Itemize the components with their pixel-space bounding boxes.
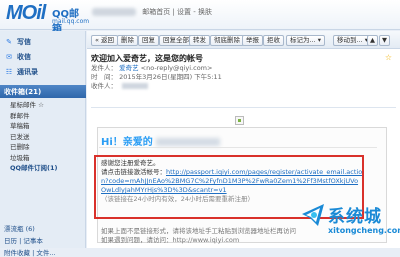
recipient-blurred [122, 83, 149, 89]
from-label: 发件人： [91, 64, 117, 72]
email-body-text: 感谢您注册爱奇艺。 请点击链接激活帐号：http://passport.iqiy… [101, 159, 369, 204]
report-button[interactable]: 举报 [242, 35, 263, 46]
time-value: 2015年3月26日(星期四) 下午5:11 [119, 73, 222, 81]
logo-mail-text: MOil [6, 2, 46, 24]
email-greeting: Hi！亲爱的 [101, 133, 220, 148]
qq-mail-logo[interactable]: MOil QQ邮箱 mail.qq.com [6, 2, 90, 35]
sidebar-item-drift-bottle[interactable]: 漂流瓶 (6) [4, 223, 84, 233]
user-name-blurred [92, 8, 136, 16]
sender-address: <no-reply@qiyi.com> [140, 64, 213, 72]
envelope-icon: ✉ [6, 53, 12, 61]
header-divider [91, 107, 396, 108]
broken-image-icon [235, 116, 244, 125]
message-header: 欢迎加入爱奇艺，这是您的帐号 ☆ 发件人： 爱奇艺 <no-reply@qiyi… [91, 53, 396, 91]
sidebar-inbox-receive[interactable]: ✉ 收信 [4, 52, 74, 65]
sidebar-item-deleted[interactable]: 已删除 [10, 142, 84, 153]
folder-list: 星标邮件 ☆ 群邮件 草稿箱 已发送 已删除 垃圾箱 QQ邮件订阅(1) [10, 100, 84, 174]
reply-button[interactable]: 回复 [138, 35, 159, 46]
sidebar-item-calendar[interactable]: 日历 | 记事本 [4, 235, 84, 245]
sidebar-contacts[interactable]: ☷ 通讯录 [4, 67, 74, 80]
watermark-url: xitongcheng.com [328, 226, 400, 235]
sidebar-item-sent[interactable]: 已发送 [10, 132, 84, 143]
forward-button[interactable]: 转发 [189, 35, 210, 46]
next-message-button[interactable]: ▼ [379, 35, 390, 46]
link-prefix: 请点击链接激活帐号： [101, 168, 166, 176]
sidebar-item-spam[interactable]: 垃圾箱 [10, 153, 84, 164]
sidebar: ✎ 写信 ✉ 收信 ☷ 通讯录 收件箱(21) 星标邮件 ☆ 群邮件 草稿箱 已发送 … [0, 31, 86, 257]
thanks-text: 感谢您注册爱奇艺。 [101, 159, 160, 167]
delete-button[interactable]: 删除 [117, 35, 138, 46]
sidebar-item-subscriptions[interactable]: QQ邮件订阅(1) [10, 163, 84, 174]
sidebar-inbox-label: 收信 [17, 53, 31, 61]
star-icon[interactable]: ☆ [385, 53, 392, 62]
sender-name[interactable]: 爱奇艺 [119, 64, 139, 72]
sidebar-item-starred[interactable]: 星标邮件 ☆ [10, 100, 84, 111]
sidebar-write[interactable]: ✎ 写信 [4, 37, 74, 50]
to-label: 收件人： [91, 82, 117, 90]
reject-button[interactable]: 拒收 [263, 35, 284, 46]
sidebar-item-attachments[interactable]: 附件收藏 | 文件... [4, 247, 84, 257]
greeting-divider [99, 147, 377, 148]
from-row: 发件人： 爱奇艺 <no-reply@qiyi.com> [91, 64, 396, 73]
to-row: 收件人： [91, 82, 396, 91]
time-row: 时 间： 2015年3月26日(星期四) 下午5:11 [91, 73, 396, 82]
user-bar: 邮箱首页 | 设置 - 换肤 [92, 7, 212, 21]
sidebar-item-drafts[interactable]: 草稿箱 [10, 121, 84, 132]
subject-text: 欢迎加入爱奇艺，这是您的帐号 [91, 54, 203, 63]
sidebar-item-group-mail[interactable]: 群邮件 [10, 111, 84, 122]
pencil-icon: ✎ [6, 38, 12, 46]
activation-link-tail[interactable]: OwLdlyJahMYrHjs%3D%3D&scantr=v1 [101, 186, 227, 194]
username-blurred [155, 138, 220, 146]
app-header: MOil QQ邮箱 mail.qq.com 邮箱首页 | 设置 - 换肤 [0, 0, 400, 35]
time-label: 时 间： [91, 73, 117, 81]
reply-all-button[interactable]: 回复全部 [159, 35, 193, 46]
sidebar-item-inbox[interactable]: 收件箱(21) [0, 85, 86, 98]
watermark: 系统城 xitongcheng.com [300, 200, 400, 248]
permanent-delete-button[interactable]: 彻底删除 [210, 35, 244, 46]
watermark-brand: 系统城 [328, 207, 382, 227]
mark-as-dropdown[interactable]: 标记为... ▾ [286, 35, 326, 46]
logo-domain-text: mail.qq.com [52, 18, 90, 25]
back-button[interactable]: « 返回 [91, 35, 119, 46]
message-toolbar: « 返回 删除 回复 回复全部 转发 彻底删除 举报 拒收 标记为... ▾ 移… [87, 31, 400, 49]
sidebar-contacts-label: 通讯录 [17, 68, 38, 76]
sidebar-write-label: 写信 [17, 38, 31, 46]
contacts-icon: ☷ [5, 68, 13, 76]
message-subject: 欢迎加入爱奇艺，这是您的帐号 ☆ [91, 53, 396, 64]
user-links[interactable]: 邮箱首页 | 设置 - 换肤 [142, 7, 212, 17]
watermark-logo-icon [302, 204, 324, 226]
prev-message-button[interactable]: ▲ [367, 35, 378, 46]
